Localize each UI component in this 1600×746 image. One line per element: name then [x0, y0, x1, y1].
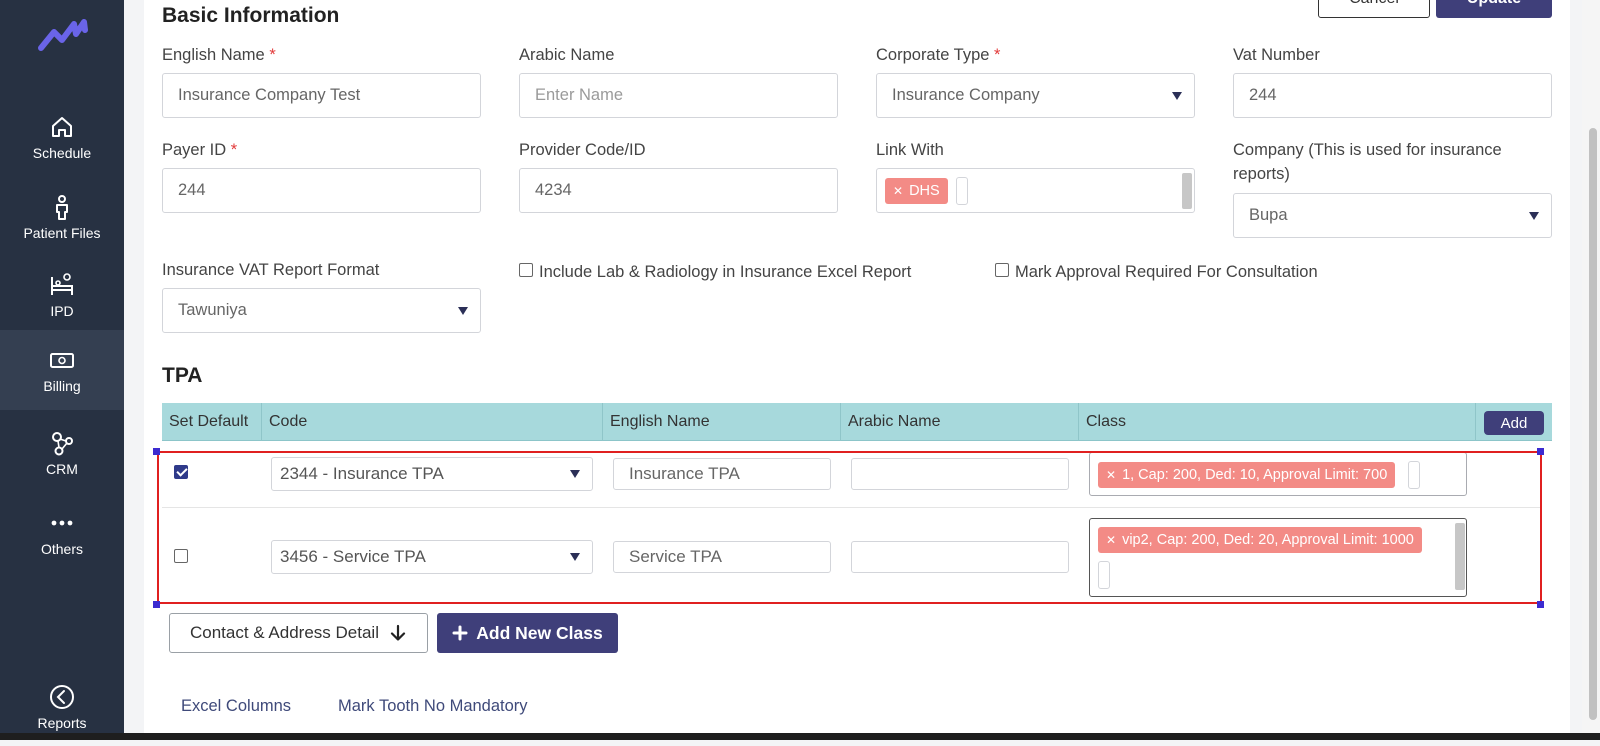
close-icon[interactable]: ✕ [1106, 533, 1116, 547]
tpa-english-name-input[interactable]: Service TPA [613, 541, 831, 573]
sidebar: Schedule Patient Files IPD Billing CRM O… [0, 0, 124, 740]
tpa-english-name-input[interactable]: Insurance TPA [613, 458, 831, 490]
link-with-tag[interactable]: ✕ DHS [885, 177, 948, 204]
sidebar-item-crm[interactable]: CRM [0, 414, 124, 492]
provider-code-label: Provider Code/ID [519, 141, 646, 159]
chevron-down-icon [570, 553, 580, 561]
tpa-arabic-name-input[interactable] [851, 458, 1069, 490]
set-default-checkbox[interactable] [174, 549, 188, 563]
include-lab-checkbox[interactable] [519, 263, 533, 277]
set-default-checkbox[interactable] [174, 465, 188, 479]
vat-format-label: Insurance VAT Report Format [162, 261, 380, 279]
tag-search-input[interactable] [1407, 461, 1420, 489]
arabic-name-input[interactable]: Enter Name [519, 73, 838, 118]
network-icon [52, 432, 73, 456]
close-icon[interactable]: ✕ [893, 184, 903, 198]
app-logo-icon[interactable] [38, 18, 88, 54]
home-icon [52, 117, 72, 137]
dots-icon [51, 520, 73, 526]
tpa-table-header: Set Default Code English Name Arabic Nam… [162, 403, 1552, 441]
vat-number-label: Vat Number [1233, 46, 1320, 64]
sidebar-item-label: IPD [50, 303, 74, 319]
sidebar-item-label: Billing [43, 378, 81, 394]
sidebar-item-patient-files[interactable]: Patient Files [0, 178, 124, 256]
include-lab-label: Include Lab & Radiology in Insurance Exc… [539, 263, 912, 281]
link-with-multiselect[interactable]: ✕ DHS [876, 168, 1195, 213]
corporate-type-label: Corporate Type * [876, 46, 1001, 64]
contact-address-label: Contact & Address Detail [190, 623, 379, 642]
row-divider [162, 507, 1542, 508]
cancel-button[interactable]: Cancel [1318, 0, 1430, 18]
multiselect-scrollbar[interactable] [1455, 523, 1465, 590]
arabic-name-label: Arabic Name [519, 46, 615, 64]
page-scrollbar-thumb[interactable] [1589, 128, 1597, 720]
sidebar-item-ipd[interactable]: IPD [0, 256, 124, 334]
add-new-class-button[interactable]: Add New Class [437, 613, 618, 653]
person-icon [56, 195, 68, 220]
company-select[interactable]: Bupa [1233, 193, 1552, 238]
sidebar-item-others[interactable]: Others [0, 494, 124, 572]
sidebar-item-schedule[interactable]: Schedule [0, 98, 124, 176]
class-tag[interactable]: ✕ vip2, Cap: 200, Ded: 20, Approval Limit… [1098, 527, 1422, 553]
column-header: English Name [603, 403, 841, 441]
add-new-class-label: Add New Class [476, 622, 603, 643]
tpa-class-multiselect[interactable]: ✕ vip2, Cap: 200, Ded: 20, Approval Limit… [1089, 518, 1467, 597]
corporate-type-select[interactable]: Insurance Company [876, 73, 1195, 118]
vat-number-input[interactable]: 244 [1233, 73, 1552, 118]
tpa-code-select[interactable]: 2344 - Insurance TPA [271, 457, 593, 491]
sidebar-item-label: Others [40, 541, 83, 557]
column-header: Arabic Name [841, 403, 1079, 441]
tpa-class-multiselect[interactable]: ✕ 1, Cap: 200, Ded: 10, Approval Limit: 7… [1089, 452, 1467, 496]
vat-format-select[interactable]: Tawuniya [162, 288, 481, 333]
tpa-arabic-name-input[interactable] [851, 541, 1069, 573]
money-icon [50, 353, 74, 368]
update-button[interactable]: Update [1436, 0, 1552, 18]
arrow-down-icon [390, 624, 406, 641]
plus-icon [452, 625, 468, 641]
taskbar-strip [0, 733, 1600, 740]
basic-info-title: Basic Information [162, 4, 340, 27]
column-header: Class [1079, 403, 1476, 441]
sidebar-item-label: Reports [37, 715, 87, 731]
english-name-input[interactable]: Insurance Company Test [162, 73, 481, 118]
sidebar-item-label: CRM [46, 461, 78, 477]
sidebar-item-billing[interactable]: Billing [0, 330, 124, 410]
add-tpa-button[interactable]: Add [1484, 411, 1544, 435]
update-label: Update [1467, 0, 1521, 8]
company-label: Company (This is used for insurance repo… [1233, 141, 1502, 183]
tag-search-input[interactable] [955, 176, 968, 205]
payer-id-label: Payer ID * [162, 141, 238, 159]
bed-icon [51, 273, 73, 295]
close-icon[interactable]: ✕ [1106, 468, 1116, 482]
chevron-down-icon [1172, 91, 1182, 100]
chevron-down-icon [1529, 211, 1539, 220]
sidebar-item-label: Patient Files [23, 225, 101, 241]
column-header: Set Default [162, 403, 262, 441]
contact-address-button[interactable]: Contact & Address Detail [169, 613, 428, 653]
sidebar-item-label: Schedule [32, 145, 92, 161]
multiselect-scrollbar[interactable] [1182, 173, 1192, 209]
resize-handle[interactable] [153, 448, 160, 455]
chevron-down-icon [458, 306, 468, 315]
english-name-label: English Name * [162, 46, 276, 64]
provider-code-input[interactable]: 4234 [519, 168, 838, 213]
mark-approval-checkbox[interactable] [995, 263, 1009, 277]
chevron-down-icon [570, 470, 580, 478]
tag-search-input[interactable] [1098, 561, 1110, 589]
column-header: Code [262, 403, 603, 441]
tpa-title: TPA [162, 364, 203, 387]
resize-handle[interactable] [1537, 601, 1544, 608]
class-tag[interactable]: ✕ 1, Cap: 200, Ded: 10, Approval Limit: 7… [1098, 462, 1396, 489]
resize-handle[interactable] [1537, 448, 1544, 455]
tab-excel-columns[interactable]: Excel Columns [181, 697, 291, 716]
cancel-label: Cancel [1349, 0, 1399, 8]
link-with-label: Link With [876, 141, 944, 159]
resize-handle[interactable] [153, 601, 160, 608]
chevron-left-circle-icon [50, 685, 74, 709]
payer-id-input[interactable]: 244 [162, 168, 481, 213]
tab-mark-tooth-no-mandatory[interactable]: Mark Tooth No Mandatory [338, 697, 528, 716]
tpa-code-select[interactable]: 3456 - Service TPA [271, 540, 593, 574]
mark-approval-label: Mark Approval Required For Consultation [1015, 263, 1318, 281]
